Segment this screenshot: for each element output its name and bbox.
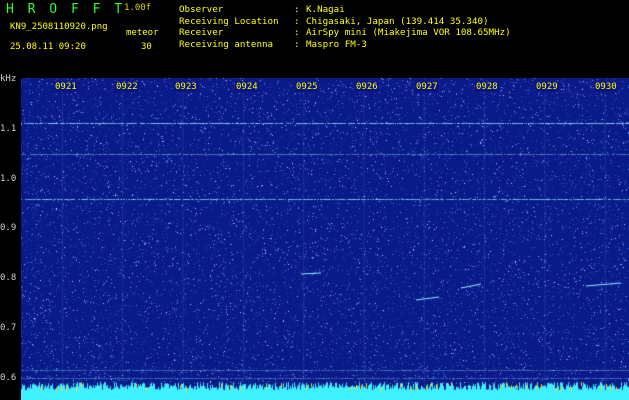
freq-tick-label: 0.7 xyxy=(0,323,17,333)
time-tick-label: 0924 xyxy=(235,82,259,92)
app-version: 1.00f xyxy=(124,3,152,13)
freq-tick-label: 0.9 xyxy=(0,223,17,233)
time-tick-label: 0926 xyxy=(355,82,379,92)
file-name: KN9_2508110920.png xyxy=(10,22,108,32)
spectrogram-canvas xyxy=(21,78,629,400)
freq-tick-label: 0.8 xyxy=(0,273,17,283)
info-antenna: Receiving antenna: Maspro FM-3 xyxy=(179,38,367,50)
observation-datetime: 25.08.11 09:20 xyxy=(10,42,86,52)
observation-interval: 30 xyxy=(141,42,152,52)
info-location: Receiving Location: Chigasaki, Japan (139… xyxy=(179,15,489,27)
time-tick-label: 0928 xyxy=(475,82,499,92)
app-brand: H R O F F T xyxy=(6,2,126,17)
observation-mode: meteor xyxy=(126,28,159,38)
time-tick-label: 0922 xyxy=(115,82,139,92)
time-tick-label: 0930 xyxy=(594,82,618,92)
time-tick-label: 0925 xyxy=(295,82,319,92)
freq-tick-label: 1.1 xyxy=(0,124,17,134)
header-panel: H R O F F T 1.00f KN9_2508110920.png met… xyxy=(0,0,629,78)
time-tick-label: 0923 xyxy=(174,82,198,92)
info-observer: Observer: K.Nagai xyxy=(179,4,345,15)
info-receiver: Receiver: AirSpy mini (Miakejima VOR 108.… xyxy=(179,27,511,38)
time-tick-label: 0927 xyxy=(415,82,439,92)
freq-tick-label: 0.6 xyxy=(0,373,17,383)
station-info: Observer: K.Nagai Receiving Location: Chig… xyxy=(179,4,511,50)
time-tick-label: 0929 xyxy=(535,82,559,92)
time-tick-label: 0921 xyxy=(54,82,78,92)
frequency-unit-label: kHz xyxy=(0,74,17,84)
freq-tick-label: 1.0 xyxy=(0,174,17,184)
